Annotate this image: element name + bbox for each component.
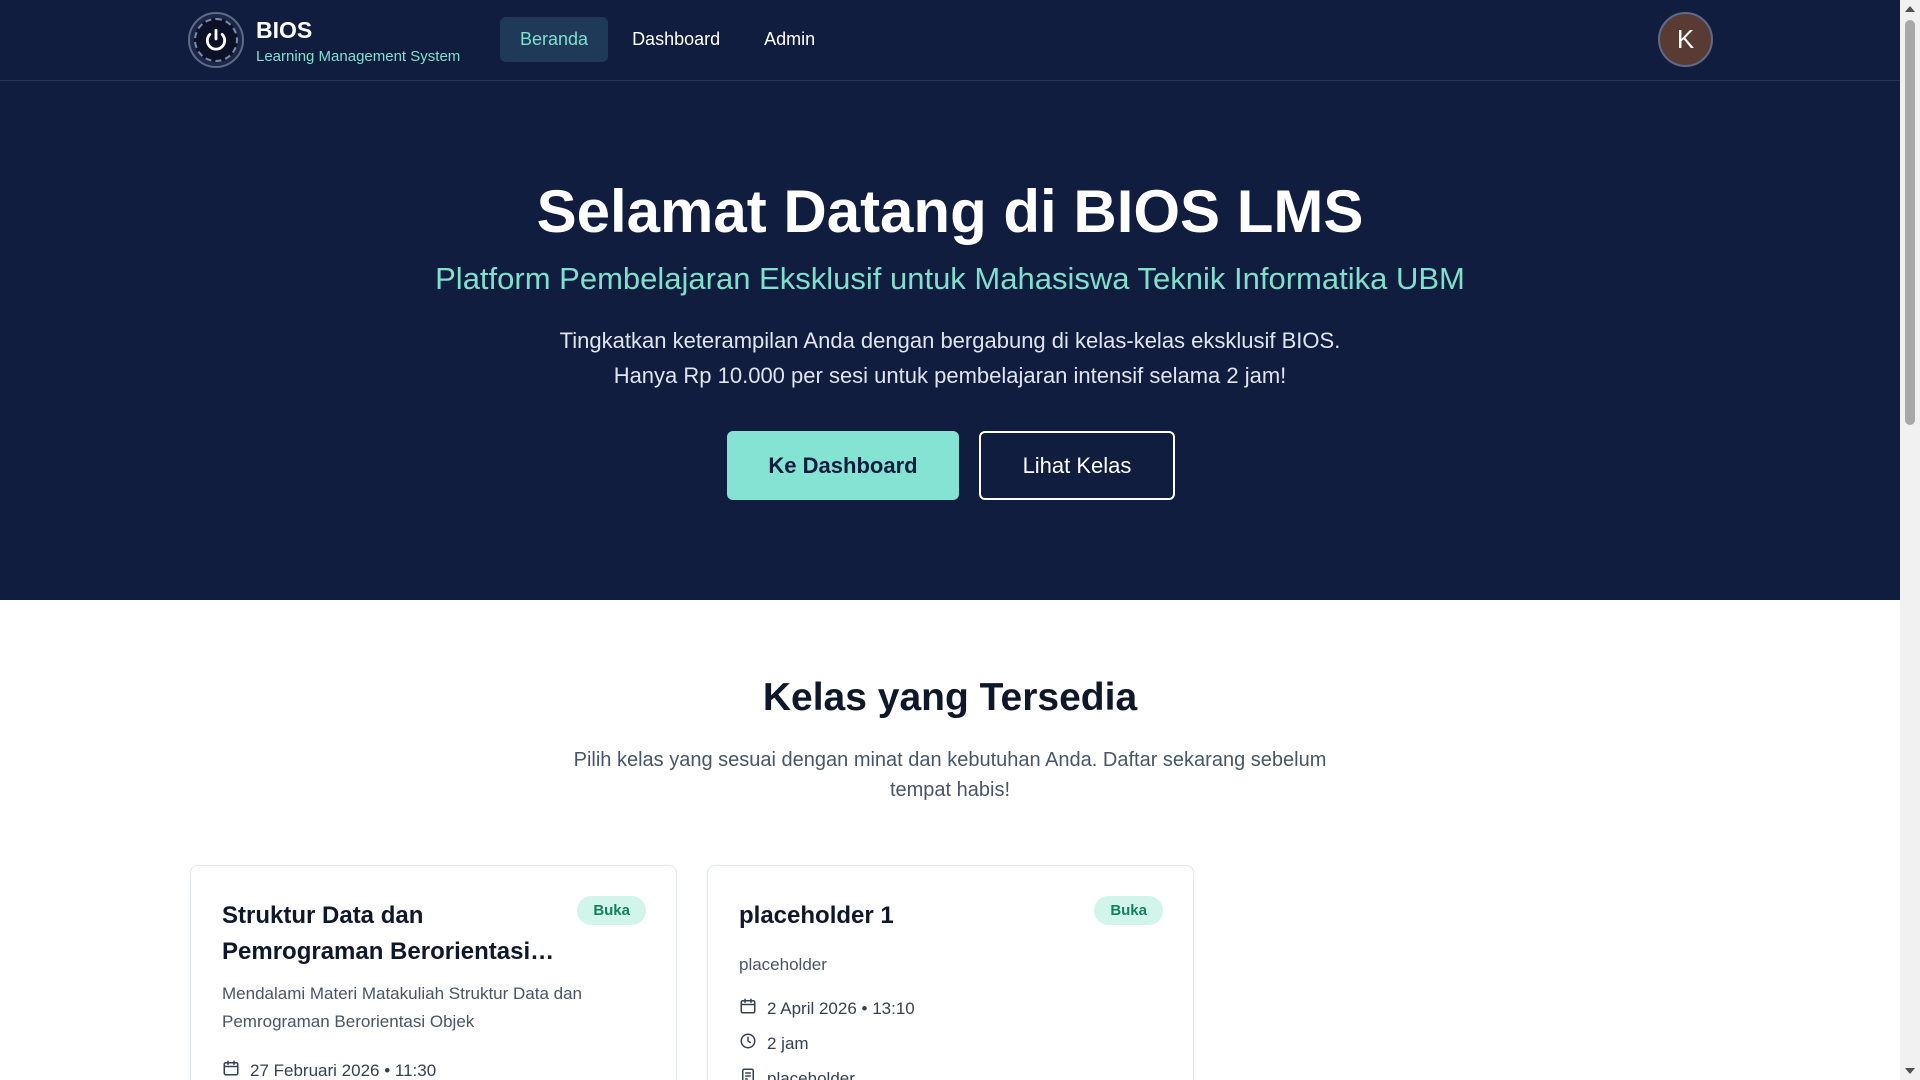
- hero-subtitle: Platform Pembelajaran Eksklusif untuk Ma…: [435, 261, 1465, 296]
- hero-desc-line-2: Hanya Rp 10.000 per sesi untuk pembelaja…: [613, 363, 1287, 388]
- clock-icon: [739, 1032, 767, 1055]
- hero-actions: Ke Dashboard Lihat Kelas: [727, 431, 1175, 500]
- class-duration-text: 2 jam: [767, 1033, 809, 1053]
- brand[interactable]: BIOS Learning Management System: [188, 12, 460, 68]
- view-classes-button[interactable]: Lihat Kelas: [979, 431, 1175, 500]
- class-date-text: 27 Februari 2026 • 11:30: [250, 1060, 437, 1080]
- class-card-date: 27 Februari 2026 • 11:30: [222, 1059, 436, 1080]
- calendar-icon: [222, 1059, 250, 1080]
- hero-description: Tingkatkan keterampilan Anda dengan berg…: [0, 323, 1900, 393]
- class-card-location: placeholder: [739, 1067, 855, 1080]
- nav-beranda[interactable]: Beranda: [500, 17, 609, 62]
- class-card-duration: 2 jam: [739, 1032, 809, 1055]
- scrollbar-thumb[interactable]: [1905, 20, 1915, 425]
- go-dashboard-button[interactable]: Ke Dashboard: [727, 431, 959, 500]
- class-card-description: placeholder: [739, 955, 827, 974]
- calendar-icon: [739, 997, 767, 1020]
- main-nav: Beranda Dashboard Admin: [500, 17, 835, 62]
- class-card-title: Struktur Data dan Pemrograman Berorienta…: [222, 902, 531, 965]
- status-badge: Buka: [1094, 896, 1163, 925]
- class-card-title: placeholder 1: [739, 902, 894, 929]
- brand-name: BIOS: [256, 16, 313, 43]
- hero-section: Selamat Datang di BIOS LMS Platform Pemb…: [0, 81, 1900, 600]
- hero-title: Selamat Datang di BIOS LMS: [536, 178, 1364, 245]
- class-date-text: 2 April 2026 • 13:10: [767, 998, 915, 1018]
- classes-description: Pilih kelas yang sesuai dengan minat dan…: [573, 749, 1327, 801]
- hero-desc-line-1: Tingkatkan keterampilan Anda dengan berg…: [559, 328, 1341, 353]
- page-scrollbar[interactable]: [1900, 0, 1920, 1080]
- bios-logo: [188, 12, 244, 68]
- class-card-description: Mendalami Materi Matakuliah Struktur Dat…: [222, 984, 582, 1031]
- class-card[interactable]: placeholder 1 Buka placeholder 2 April 2…: [707, 865, 1194, 1080]
- location-icon: [739, 1067, 767, 1080]
- classes-title: Kelas yang Tersedia: [762, 676, 1138, 719]
- user-avatar[interactable]: K: [1658, 12, 1713, 67]
- class-card[interactable]: Struktur Data dan Pemrograman Berorienta…: [190, 865, 677, 1080]
- scroll-up-icon[interactable]: [1905, 6, 1915, 12]
- nav-admin[interactable]: Admin: [744, 17, 835, 62]
- class-card-date: 2 April 2026 • 13:10: [739, 997, 915, 1020]
- class-location-text: placeholder: [767, 1068, 855, 1080]
- top-navbar: BIOS Learning Management System Beranda …: [0, 0, 1900, 81]
- brand-tagline: Learning Management System: [256, 47, 461, 65]
- scroll-down-icon[interactable]: [1905, 1068, 1915, 1074]
- status-badge: Buka: [577, 896, 646, 925]
- nav-dashboard[interactable]: Dashboard: [612, 17, 740, 62]
- power-icon: [194, 18, 238, 62]
